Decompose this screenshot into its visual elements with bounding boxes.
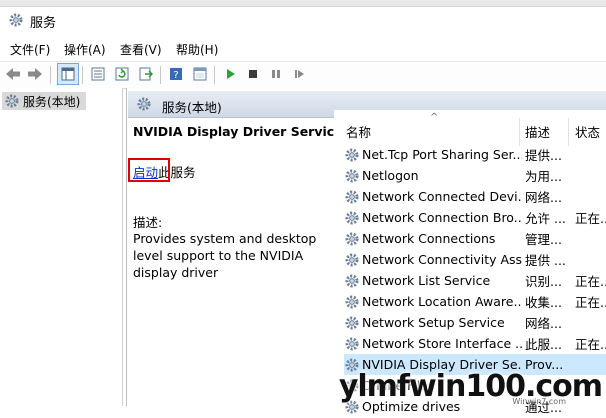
service-description: 网络... [525,316,562,331]
service-gear-icon [344,336,360,352]
service-row[interactable]: Network Connected Devi... 网络... [344,186,606,207]
toolbar-separator [160,66,161,84]
service-gear-icon [344,231,360,247]
back-icon[interactable] [4,65,22,83]
pane-header-title: 服务(本地) [162,100,222,115]
service-gear-icon [344,147,360,163]
column-header-description[interactable]: 描述 [525,122,550,141]
toolbar-separator [214,66,215,84]
service-name: Net.Tcp Port Sharing Ser... [362,147,522,162]
properties-icon[interactable] [89,65,107,83]
highlight-box [128,158,170,182]
toolbar-separator [50,66,51,84]
service-row[interactable]: Network Connections 管理... [344,228,606,249]
toolbar: ? [0,61,606,89]
menu-view[interactable]: 查看(V) [120,41,162,58]
services-gear-icon [8,12,24,28]
export-icon[interactable] [137,65,155,83]
svg-text:?: ? [173,70,178,81]
service-row[interactable]: Network Setup Service 网络... [344,312,606,333]
service-gear-icon [344,315,360,331]
stop-icon[interactable] [244,65,262,83]
service-description: 识别... [525,274,562,289]
menu-file[interactable]: 文件(F) [10,41,50,58]
menu-bar: 文件(F) 操作(A) 查看(V) 帮助(H) [0,38,606,60]
service-name: Network Connection Bro... [362,210,522,225]
service-name: Network Store Interface ... [362,336,522,351]
service-description: 管理... [525,232,562,247]
service-gear-icon [344,294,360,310]
service-status: 正在... [575,337,606,352]
tree-item-services-local[interactable]: 服务(本地) [2,92,86,110]
service-name: Network Connectivity Ass... [362,252,522,267]
pause-icon[interactable] [267,65,285,83]
service-gear-icon [344,189,360,205]
services-gear-icon [4,93,20,109]
service-description: 允许 ... [525,211,565,226]
service-name: Network Connected Devi... [362,189,522,204]
service-description: 提供... [525,148,562,163]
menu-help[interactable]: 帮助(H) [176,41,218,58]
services-gear-icon [136,96,152,112]
service-gear-icon [344,252,360,268]
service-status: 正在... [575,274,606,289]
restart-icon[interactable] [290,65,308,83]
service-row[interactable]: Network Location Aware...收集... 正在... [344,291,606,312]
window-title: 服务 [30,16,57,31]
play-icon[interactable] [221,65,239,83]
column-header-name[interactable]: 名称 [346,122,371,141]
service-name: Network Location Aware... [362,294,522,309]
column-header-status[interactable]: 状态 [575,122,600,141]
service-description: 提供 ... [525,253,565,268]
show-tree-icon[interactable] [57,63,79,85]
toolbar-separator [82,66,83,84]
service-title: NVIDIA Display Driver Service [133,124,343,139]
service-row[interactable]: Network Connection Bro...允许 ... 正在... [344,207,606,228]
service-row[interactable]: Netlogon 为用... [344,165,606,186]
watermark-subtext: Winwin7.com [512,397,566,406]
service-gear-icon [344,210,360,226]
service-description: 此服... [525,337,562,352]
service-description: 收集... [525,295,562,310]
refresh-icon[interactable] [113,65,131,83]
service-name: Network Setup Service [362,315,505,330]
service-description: 为用... [525,169,562,184]
service-gear-icon [344,168,360,184]
tree-item-label: 服务(本地) [23,94,81,109]
column-divider[interactable] [519,118,520,146]
sort-arrow-icon: ^ [430,112,439,123]
service-status: 正在... [575,295,606,310]
services-list: ^ 名称 描述 状态 Net.Tcp Port Sharing Ser... 提供… [334,110,606,415]
console-icon[interactable] [191,65,209,83]
service-row[interactable]: Net.Tcp Port Sharing Ser... 提供... [344,144,606,165]
service-description: 网络... [525,190,562,205]
service-name: Network List Service [362,273,491,288]
service-name: Netlogon [362,168,419,183]
window-top-strip [0,0,606,7]
service-status: 正在... [575,211,606,226]
help-icon[interactable]: ? [167,65,185,83]
column-divider[interactable] [568,118,569,146]
description-text: Provides system and desktop level suppor… [133,231,317,280]
tree-pane: 服务(本地) [0,88,123,406]
service-row[interactable]: Network Connectivity Ass... 提供 ... [344,249,606,270]
description-label: 描述: [133,215,163,230]
menu-action[interactable]: 操作(A) [64,41,106,58]
service-name: Network Connections [362,231,496,246]
forward-icon[interactable] [26,65,44,83]
service-row[interactable]: Network List Service 识别... 正在... [344,270,606,291]
service-row[interactable]: Network Store Interface ...此服... 正在... [344,333,606,354]
service-gear-icon [344,273,360,289]
